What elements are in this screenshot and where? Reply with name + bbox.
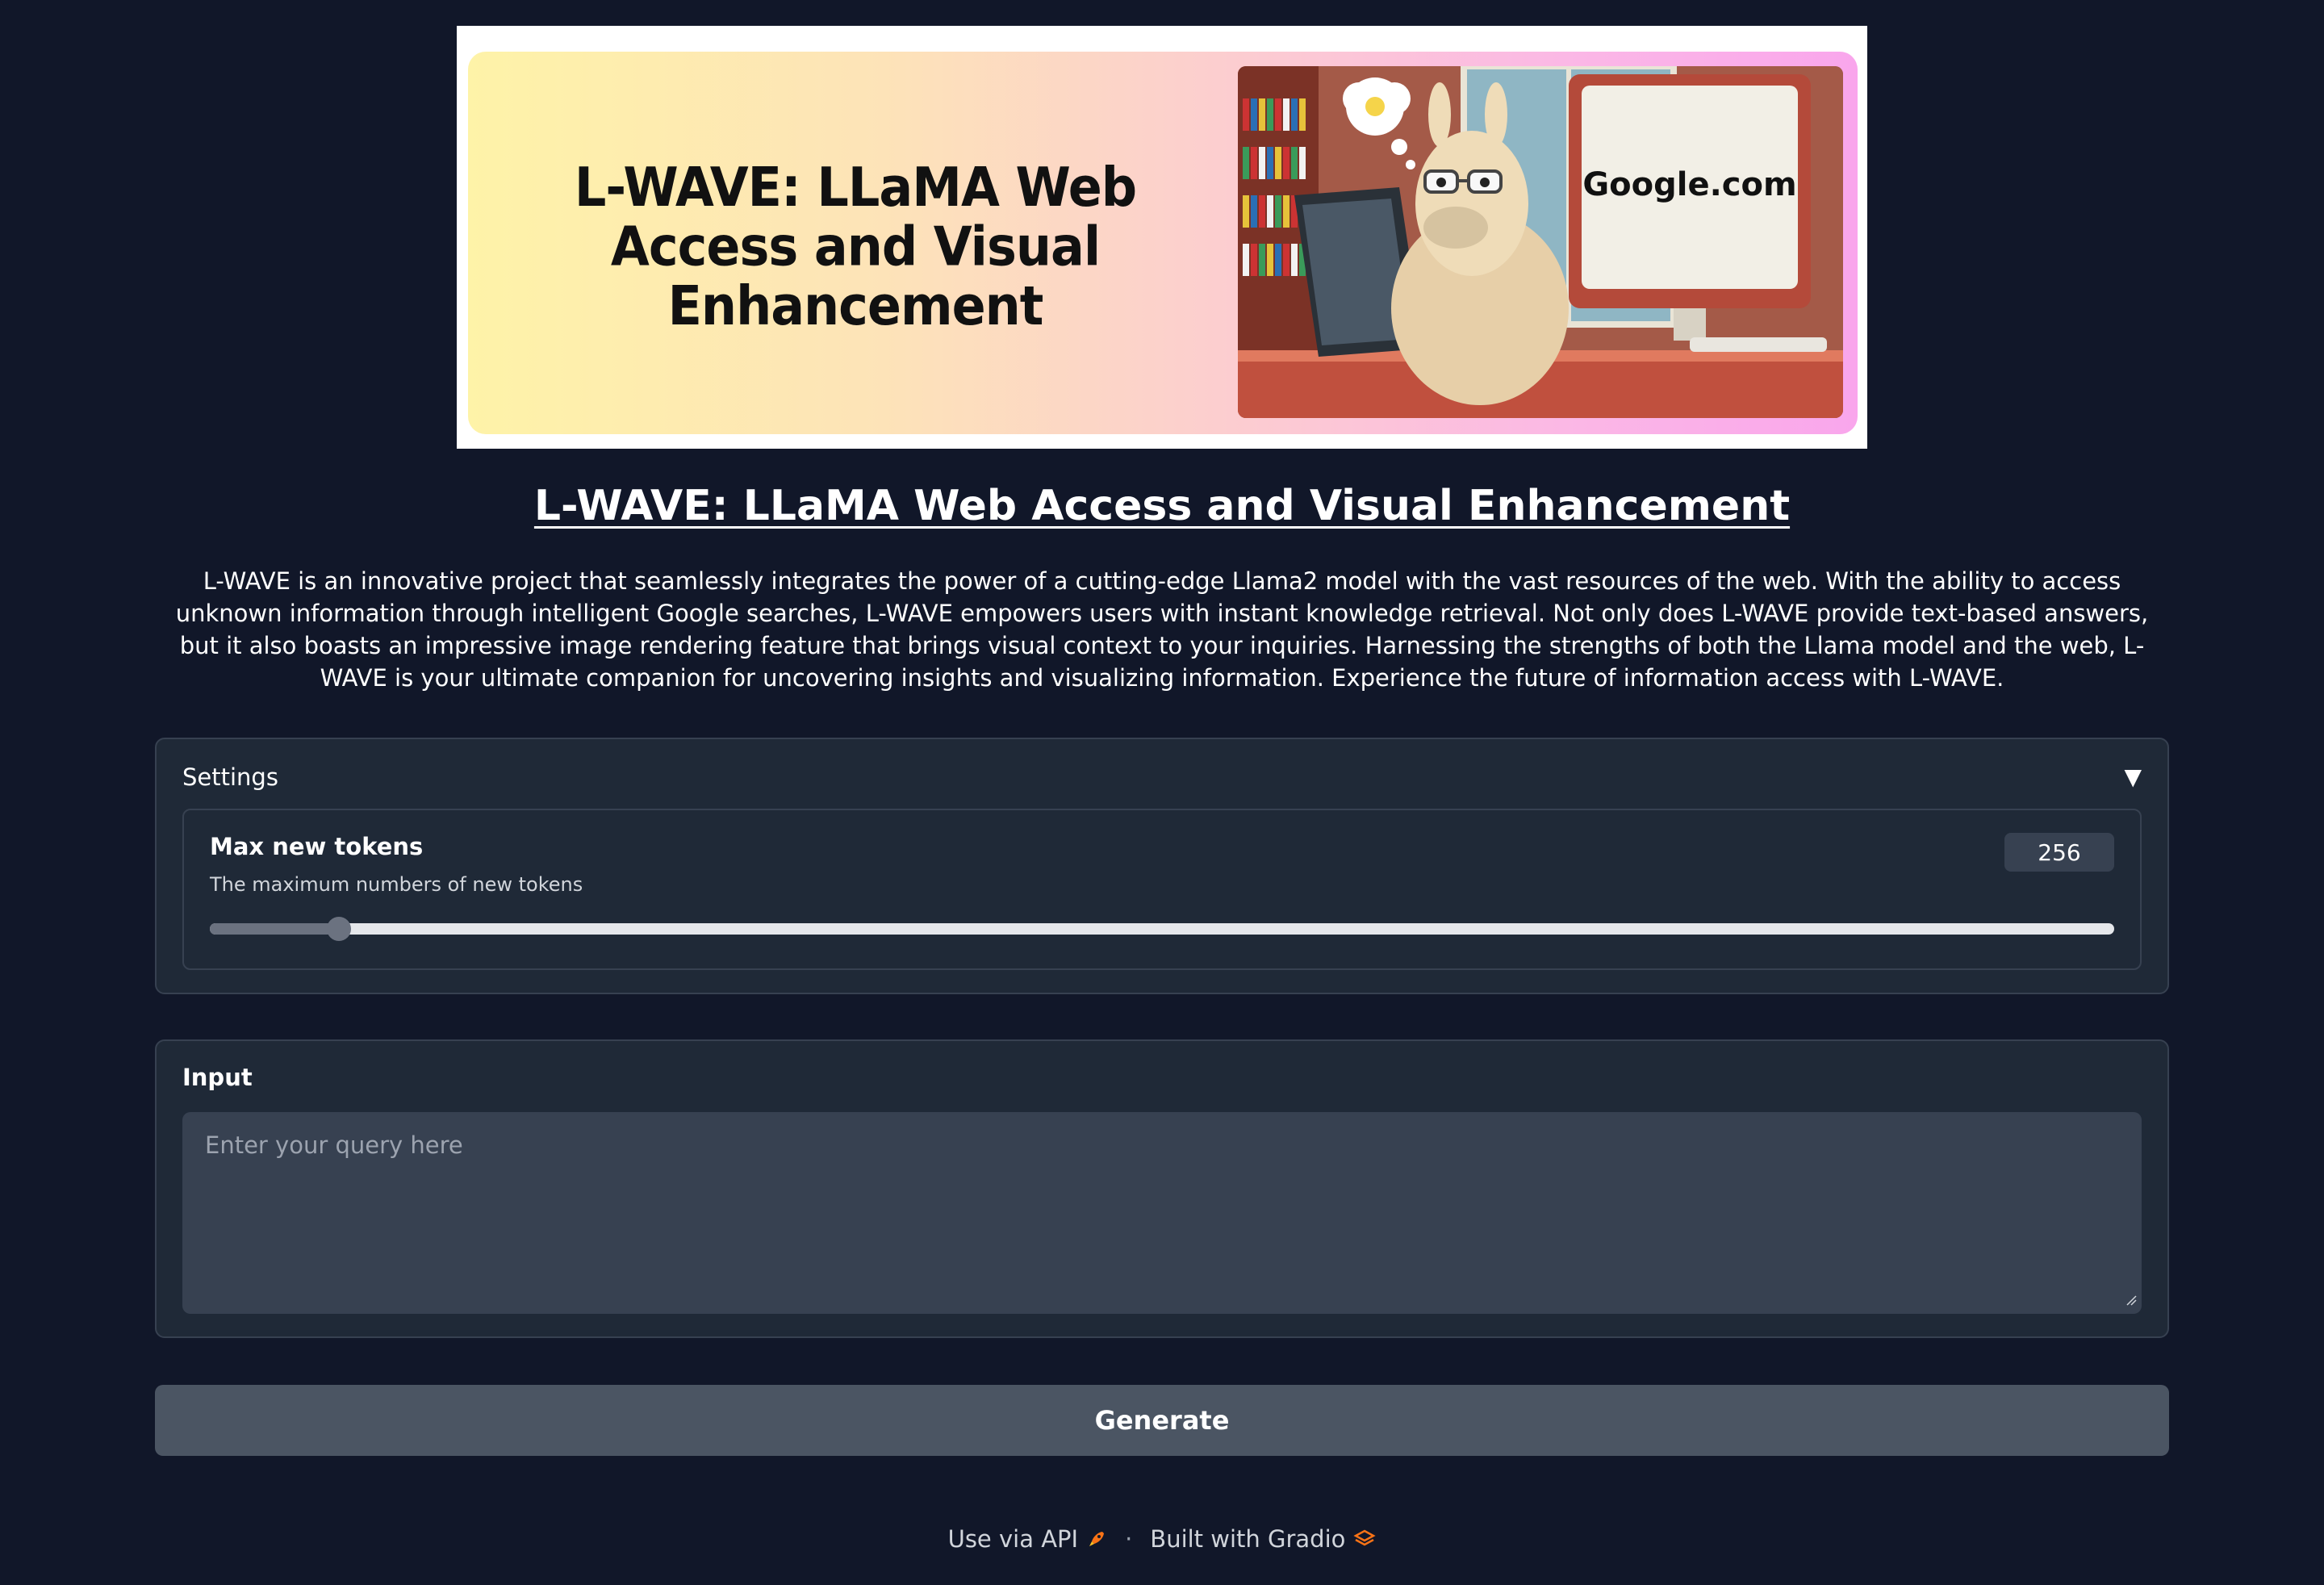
- input-block: Input: [155, 1039, 2169, 1338]
- resize-grip-icon[interactable]: [2125, 1294, 2137, 1306]
- gradio-logo-icon: [1353, 1529, 1377, 1546]
- built-with-gradio-link[interactable]: Built with Gradio: [1150, 1525, 1377, 1553]
- banner-image: L-WAVE: LLaMA Web Access and Visual Enha…: [457, 26, 1867, 449]
- llama-at-computer-illustration: Google.com: [1238, 66, 1843, 418]
- max-new-tokens-label: Max new tokens: [210, 833, 424, 860]
- llama-illustration: Google.com: [1238, 66, 1843, 418]
- input-label: Input: [182, 1064, 253, 1091]
- generate-button[interactable]: Generate: [155, 1385, 2169, 1456]
- max-new-tokens-info: The maximum numbers of new tokens: [210, 873, 583, 896]
- settings-accordion-toggle[interactable]: Settings: [182, 763, 278, 791]
- built-with-gradio-label: Built with Gradio: [1150, 1525, 1346, 1553]
- settings-accordion: Settings ▼ Max new tokens The maximum nu…: [155, 738, 2169, 994]
- project-description: L-WAVE is an innovative project that sea…: [175, 567, 2149, 692]
- rocket-icon: [1089, 1532, 1105, 1546]
- monitor-screen-text: Google.com: [1582, 166, 1796, 203]
- max-new-tokens-number-input[interactable]: [2004, 833, 2114, 872]
- max-new-tokens-slider-track[interactable]: [210, 917, 2114, 941]
- footer: Use via API · Built with Gradio: [0, 1525, 2324, 1553]
- use-via-api-label: Use via API: [947, 1525, 1079, 1553]
- max-new-tokens-slider-block: Max new tokens The maximum numbers of ne…: [182, 809, 2142, 970]
- banner-title: L-WAVE: LLaMA Web Access and Visual Enha…: [574, 155, 1137, 338]
- page-title: L-WAVE: LLaMA Web Access and Visual Enha…: [0, 476, 2324, 536]
- footer-separator: ·: [1125, 1525, 1133, 1553]
- use-via-api-link[interactable]: Use via API: [948, 1525, 1107, 1553]
- triangle-down-icon[interactable]: ▼: [2124, 763, 2142, 790]
- max-new-tokens-slider-thumb[interactable]: [327, 917, 352, 941]
- page-title-text: L-WAVE: LLaMA Web Access and Visual Enha…: [533, 482, 1791, 530]
- max-new-tokens-slider-fill: [210, 923, 340, 935]
- query-textarea[interactable]: [182, 1112, 2142, 1314]
- banner-gradient: L-WAVE: LLaMA Web Access and Visual Enha…: [468, 52, 1858, 434]
